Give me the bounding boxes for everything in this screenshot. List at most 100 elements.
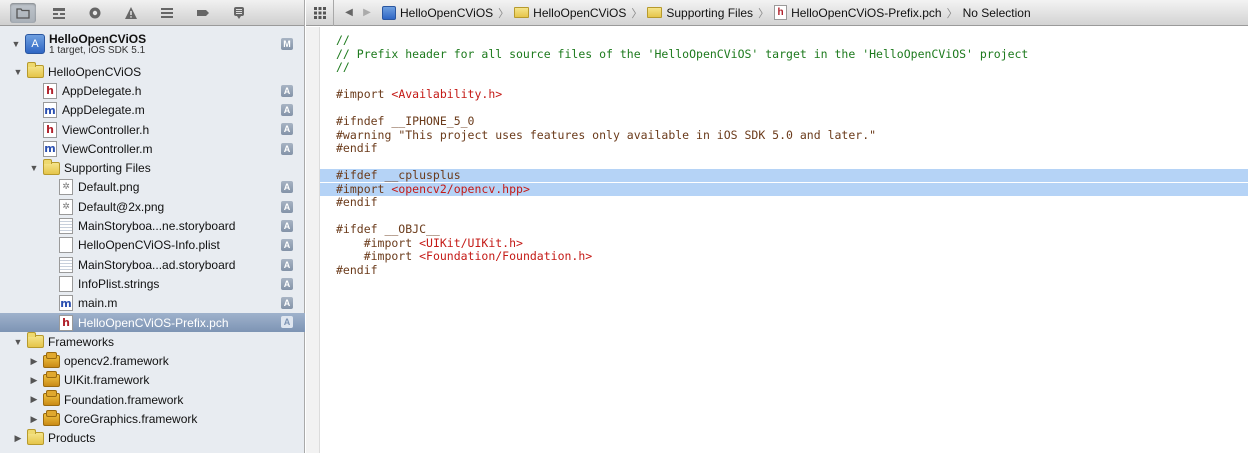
tree-item[interactable]: InfoPlist.strings A <box>0 274 305 293</box>
tree-item[interactable]: h ViewController.h A <box>0 120 305 139</box>
tree-item[interactable]: MainStoryboa...ne.storyboard A <box>0 216 305 235</box>
breadcrumb-label: HelloOpenCViOS <box>533 5 627 20</box>
tree-item[interactable]: HelloOpenCViOS-Info.plist A <box>0 236 305 255</box>
xcode-project-icon: A <box>25 34 45 54</box>
tree-item[interactable]: ✲ Default@2x.png A <box>0 197 305 216</box>
scm-status-badge: M <box>281 38 293 50</box>
code-token: "This project uses features only availab… <box>398 127 877 142</box>
tree-item[interactable]: ▼ Frameworks <box>0 332 305 351</box>
disclosure-triangle-icon[interactable]: ▶ <box>28 355 40 367</box>
tree-item[interactable]: h HelloOpenCViOS-Prefix.pch A <box>0 312 305 333</box>
disclosure-triangle-icon[interactable]: ▼ <box>28 162 40 174</box>
disclosure-triangle-icon[interactable]: ▼ <box>12 336 24 348</box>
code-token: #ifdef __cplusplus <box>336 168 461 182</box>
code-token: <opencv2/opencv.hpp> <box>391 181 530 196</box>
forward-arrow-icon[interactable]: ▶ <box>358 7 376 18</box>
code-token: #ifdef __OBJC__ <box>336 222 440 236</box>
tree-item-label: HelloOpenCViOS-Prefix.pch <box>78 315 229 330</box>
log-navigator-tab[interactable] <box>226 3 252 23</box>
scm-status-badge: A <box>281 316 293 329</box>
breadcrumb-chevron-icon: 〉 <box>946 7 958 20</box>
source-editor: ◀ ▶ HelloOpenCViOS 〉 HelloOpenCViOS 〉 Suppor… <box>306 0 1248 453</box>
tree-item[interactable]: m AppDelegate.m A <box>0 101 305 120</box>
scm-status-badge: A <box>281 297 293 310</box>
tree-item[interactable]: m main.m A <box>0 294 305 313</box>
line-gutter <box>306 27 320 453</box>
disclosure-triangle-icon[interactable]: ▶ <box>28 394 40 406</box>
project-navigator-tab[interactable] <box>10 2 36 23</box>
breadcrumb-item[interactable]: h HelloOpenCViOS-Prefix.pch <box>774 5 942 20</box>
folder-icon <box>27 62 44 79</box>
tree-item[interactable]: m ViewController.m A <box>0 139 305 158</box>
breadcrumb-item[interactable]: No Selection <box>963 6 1031 20</box>
tree-item[interactable]: ▼ HelloOpenCViOS <box>0 62 305 81</box>
project-icon <box>382 5 396 20</box>
project-title: HelloOpenCViOS <box>49 31 147 46</box>
tree-item[interactable]: h AppDelegate.h A <box>0 81 305 100</box>
project-subtitle: 1 target, iOS SDK 5.1 <box>49 44 146 56</box>
tree-item[interactable]: ▶ Foundation.framework <box>0 390 305 409</box>
code-token: #import <box>336 87 392 101</box>
disclosure-triangle-icon[interactable]: ▶ <box>28 374 40 386</box>
tree-item-label: UIKit.framework <box>64 373 150 388</box>
folder-icon <box>27 428 44 445</box>
disclosure-triangle-icon[interactable]: ▶ <box>12 432 24 444</box>
debug-navigator-tab[interactable] <box>154 3 180 23</box>
tree-item-label: Products <box>48 431 96 446</box>
scm-status-badge: A <box>281 123 293 136</box>
related-files-button[interactable] <box>306 0 334 26</box>
disclosure-triangle-icon[interactable]: ▼ <box>12 66 24 78</box>
breadcrumb-item[interactable]: HelloOpenCViOS <box>514 6 626 20</box>
tree-item[interactable]: ▼ Supporting Files <box>0 158 305 178</box>
tree-item[interactable]: ▶ CoreGraphics.framework <box>0 409 305 428</box>
tree-item-label: Supporting Files <box>64 161 151 176</box>
speech-bubble-icon <box>232 6 246 20</box>
project-root-row[interactable]: ▼ A HelloOpenCViOS 1 target, iOS SDK 5.1… <box>0 26 305 62</box>
scm-status-badge: A <box>281 142 293 155</box>
breadcrumb-item[interactable]: HelloOpenCViOS <box>382 5 493 20</box>
tree-item[interactable]: ✲ Default.png A <box>0 178 305 197</box>
header-file-icon: h <box>774 5 788 20</box>
tree-item[interactable]: ▶ Products <box>0 428 305 448</box>
header-file-icon: h <box>59 314 73 331</box>
storyboard-file-icon <box>59 256 73 273</box>
search-navigator-tab[interactable] <box>82 3 108 23</box>
scm-status-badge: A <box>281 219 293 232</box>
tree-item[interactable]: ▶ UIKit.framework <box>0 370 305 390</box>
breadcrumb-chevron-icon: 〉 <box>631 7 643 20</box>
jump-bar: ◀ ▶ HelloOpenCViOS 〉 HelloOpenCViOS 〉 Suppor… <box>306 0 1248 26</box>
scm-status-badge: A <box>281 200 293 213</box>
symbol-navigator-tab[interactable] <box>46 3 72 23</box>
warning-icon <box>124 6 138 20</box>
code-token: #endif <box>336 262 378 277</box>
tree-item[interactable]: MainStoryboa...ad.storyboard A <box>0 255 305 274</box>
list-icon <box>160 6 174 20</box>
tree-item-label: AppDelegate.h <box>62 83 142 98</box>
text-file-icon <box>59 237 73 254</box>
breadcrumb-item[interactable]: Supporting Files <box>647 6 753 20</box>
issue-navigator-tab[interactable] <box>118 3 144 23</box>
disclosure-triangle-icon[interactable]: ▶ <box>28 413 40 425</box>
code-area[interactable]: //// Prefix header for all source files … <box>320 27 1248 453</box>
breakpoint-navigator-tab[interactable] <box>190 3 216 23</box>
tree-item-label: MainStoryboa...ne.storyboard <box>78 219 236 234</box>
code-token: #endif <box>336 195 378 209</box>
scm-status-badge: A <box>281 181 293 194</box>
tree-item-label: CoreGraphics.framework <box>64 412 198 427</box>
tree-item-label: Default.png <box>78 180 140 195</box>
code-line: // <box>320 34 1248 47</box>
tree-item[interactable]: ▶ opencv2.framework <box>0 351 305 371</box>
back-arrow-icon[interactable]: ◀ <box>340 7 358 18</box>
disclosure-triangle-icon[interactable]: ▼ <box>10 38 22 50</box>
code-token: #warning <box>336 127 399 142</box>
